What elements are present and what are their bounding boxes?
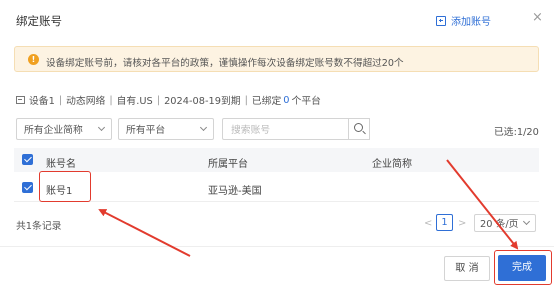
select-all-checkbox[interactable] (22, 154, 33, 165)
cancel-button[interactable]: 取 消 (444, 256, 490, 281)
table-header: 账号名 所属平台 企业简称 (14, 148, 539, 172)
platform-filter-select[interactable]: 所有平台 (118, 118, 214, 140)
done-button[interactable]: 完成 (498, 255, 546, 281)
row-checkbox[interactable] (22, 182, 33, 193)
selected-count: 已选:1/20 (494, 127, 539, 138)
warning-alert: ! 设备绑定账号前，请核对各平台的政策，谨慎操作每次设备绑定账号数不得超过20个 (14, 46, 539, 72)
chevron-down-icon (522, 217, 531, 226)
close-icon[interactable]: × (532, 10, 543, 25)
dialog-title: 绑定账号 (16, 14, 62, 28)
column-header-account: 账号名 (46, 159, 76, 170)
next-page-button[interactable]: > (458, 218, 466, 229)
bound-count: 0 (283, 94, 290, 106)
bound-prefix: 已绑定 (251, 96, 282, 107)
company-filter-select[interactable]: 所有企业简称 (16, 118, 112, 140)
proxy-label: 自有.US (116, 96, 153, 107)
add-account-label: 添加账号 (451, 17, 491, 28)
expiry-date: 2024-08-19到期 (164, 96, 241, 107)
divider: | (109, 94, 113, 106)
chevron-down-icon (97, 123, 106, 132)
annotation-highlight-box (39, 171, 91, 202)
search-icon (354, 123, 363, 132)
add-account-button[interactable]: 添加账号 (436, 13, 491, 28)
divider: | (58, 94, 63, 106)
warning-icon: ! (28, 54, 39, 65)
page-size-select[interactable]: 20 条/页 (474, 214, 536, 232)
device-info-row: 设备1 | 动态网络 | 自有.US | 2024-08-19到期 | 已绑定 … (16, 93, 321, 107)
search-placeholder: 搜索账号 (231, 125, 271, 136)
add-square-icon (436, 15, 446, 26)
alert-text: 设备绑定账号前，请核对各平台的政策，谨慎操作每次设备绑定账号数不得超过20个 (46, 58, 404, 69)
search-button[interactable] (348, 118, 370, 140)
company-filter-value: 所有企业简称 (24, 125, 83, 136)
device-icon (16, 96, 25, 104)
divider: | (244, 94, 248, 106)
arrow-to-account (98, 209, 191, 257)
network-type: 动态网络 (66, 96, 106, 107)
divider: | (156, 94, 161, 106)
prev-page-button[interactable]: < (424, 218, 432, 229)
page-size-value: 20 条/页 (480, 219, 519, 230)
page-number-button[interactable]: 1 (436, 214, 453, 231)
platform-cell: 亚马逊-美国 (208, 186, 262, 197)
total-records: 共1条记录 (16, 221, 62, 232)
chevron-down-icon (199, 123, 208, 132)
device-name: 设备1 (29, 96, 55, 107)
bound-suffix: 个平台 (291, 96, 321, 107)
annotation-arrows (98, 159, 519, 257)
column-header-company: 企业简称 (372, 159, 412, 170)
table-row[interactable]: 账号1 亚马逊-美国 (14, 172, 539, 202)
column-header-platform: 所属平台 (208, 159, 248, 170)
platform-filter-value: 所有平台 (126, 125, 166, 136)
footer-divider (0, 246, 554, 247)
